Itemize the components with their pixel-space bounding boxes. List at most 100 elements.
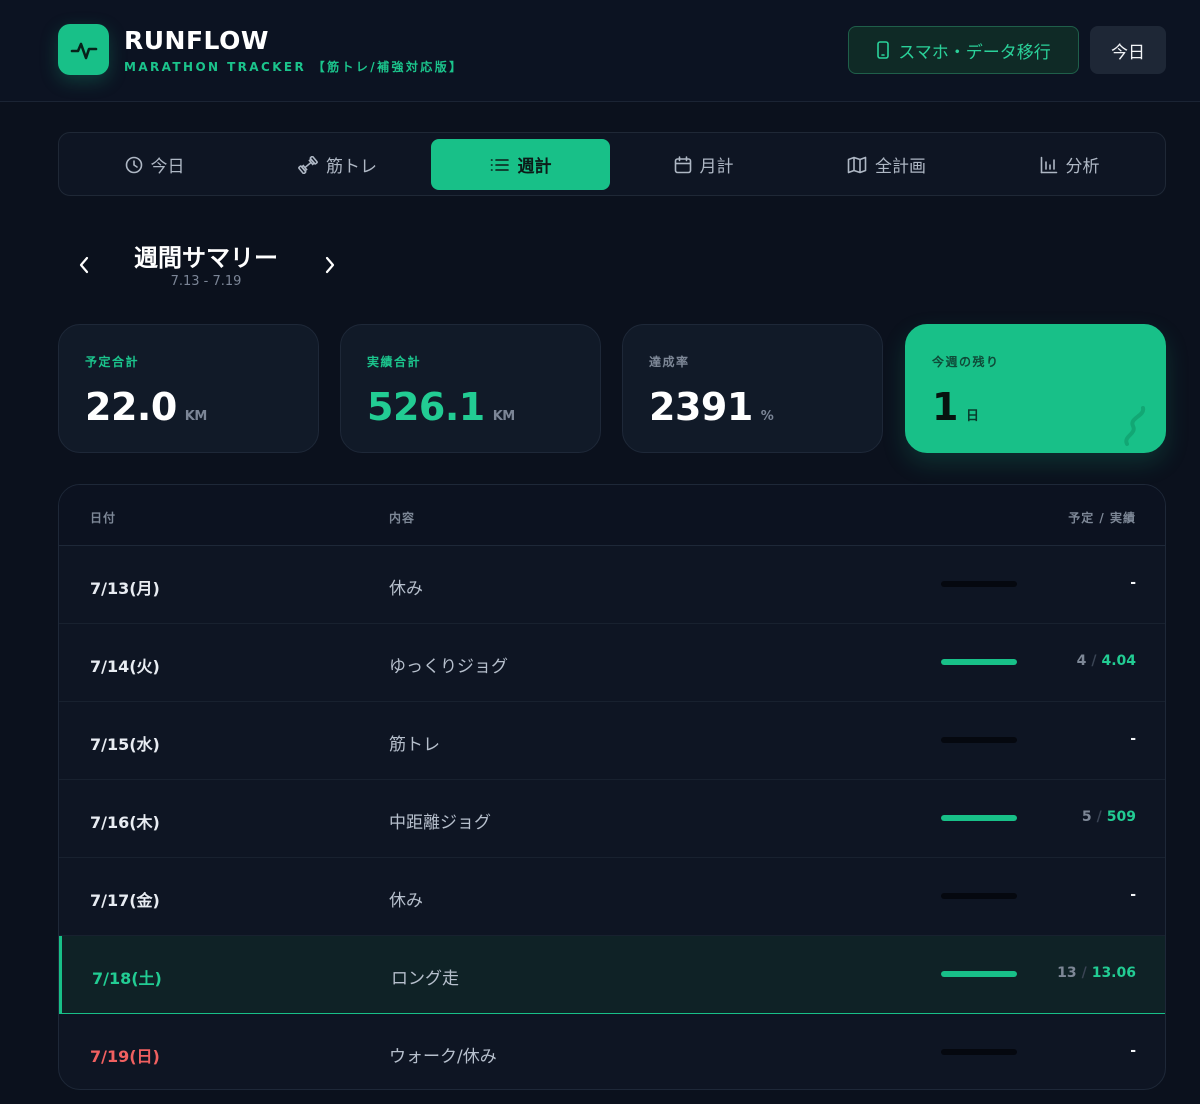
tab-monthly-label: 月計 (699, 157, 734, 177)
row-content: 休み (389, 891, 423, 911)
row-date: 7/15(水) (90, 735, 160, 754)
actual-total-value-wrap: 526.1 KM (367, 385, 515, 429)
actual-total-card: 実績合計 526.1 KM (340, 324, 601, 453)
row-empty-value: - (1130, 575, 1136, 591)
days-remaining-value: 1 (932, 385, 958, 429)
achievement-rate-unit: % (760, 409, 774, 424)
row-date: 7/17(金) (90, 891, 160, 910)
row-plan-actual: - (1130, 575, 1136, 591)
progress-bar (941, 893, 1017, 899)
tab-today-label: 今日 (150, 157, 185, 177)
progress-bar (941, 581, 1017, 587)
week-date-range: 7.13 - 7.19 (170, 274, 242, 289)
row-plan-actual: 13/13.06 (1057, 965, 1136, 981)
progress-bar-fill (941, 971, 1017, 977)
tab-analysis[interactable]: 分析 (980, 139, 1159, 190)
tab-full-plan[interactable]: 全計画 (797, 139, 976, 190)
header-date: 日付 (90, 511, 117, 525)
tab-analysis-label: 分析 (1065, 157, 1100, 177)
row-planned-km: 5 (1081, 809, 1092, 825)
row-actual-km: 4.04 (1101, 653, 1136, 669)
actual-total-value: 526.1 (367, 385, 485, 429)
table-header: 日付 内容 予定 / 実績 (59, 485, 1165, 546)
row-separator: / (1091, 653, 1097, 669)
tab-strength[interactable]: 筋トレ (248, 139, 427, 190)
row-plan-actual: - (1130, 1043, 1136, 1059)
data-migration-button[interactable]: スマホ・データ移行 (848, 26, 1079, 74)
progress-bar (941, 737, 1017, 743)
app-logo (58, 24, 109, 75)
row-empty-value: - (1130, 1043, 1136, 1059)
chevron-left-icon (79, 256, 89, 274)
progress-bar (941, 815, 1017, 821)
row-content: ロング走 (391, 969, 459, 989)
actual-total-label: 実績合計 (367, 355, 422, 369)
table-row[interactable]: 7/19(日) ウォーク/休み - (59, 1014, 1165, 1089)
progress-bar (941, 971, 1017, 977)
row-actual-km: 13.06 (1091, 965, 1136, 981)
tab-weekly[interactable]: 週計 (431, 139, 610, 190)
row-content: ウォーク/休み (389, 1047, 497, 1067)
header-plan-actual: 予定 / 実績 (1068, 511, 1136, 525)
row-planned-km: 13 (1057, 965, 1077, 981)
row-date: 7/18(土) (92, 969, 162, 988)
list-icon (490, 158, 509, 171)
achievement-rate-card: 達成率 2391 % (622, 324, 883, 453)
row-empty-value: - (1130, 887, 1136, 903)
dumbbell-icon (298, 155, 318, 174)
tab-monthly[interactable]: 月計 (614, 139, 793, 190)
planned-total-card: 予定合計 22.0 KM (58, 324, 319, 453)
map-icon (847, 156, 867, 173)
achievement-rate-value-wrap: 2391 % (649, 385, 774, 429)
week-summary-title: 週間サマリー (134, 244, 278, 272)
achievement-rate-label: 達成率 (649, 355, 690, 369)
planned-total-value-wrap: 22.0 KM (85, 385, 207, 429)
row-date: 7/14(火) (90, 657, 160, 676)
next-week-button[interactable] (318, 252, 342, 278)
table-row[interactable]: 7/18(土) ロング走 13/13.06 (59, 936, 1165, 1014)
app-subtitle: MARATHON TRACKER 【筋トレ/補強対応版】 (124, 60, 464, 74)
table-row[interactable]: 7/17(金) 休み - (59, 858, 1165, 936)
row-separator: / (1096, 809, 1102, 825)
actual-total-unit: KM (492, 409, 516, 424)
row-date: 7/19(日) (90, 1047, 160, 1066)
table-row[interactable]: 7/13(月) 休み - (59, 546, 1165, 624)
today-button[interactable]: 今日 (1090, 26, 1166, 74)
app-title: RUNFLOW (124, 26, 269, 55)
row-content: ゆっくりジョグ (389, 657, 508, 677)
previous-week-button[interactable] (72, 252, 96, 278)
days-remaining-card: 今週の残り 1 日 (905, 324, 1166, 453)
planned-total-label: 予定合計 (85, 355, 140, 369)
smartphone-icon (877, 41, 890, 59)
activity-watermark-icon (1124, 406, 1146, 446)
data-migration-label: スマホ・データ移行 (898, 42, 1051, 63)
days-remaining-value-wrap: 1 日 (932, 385, 979, 429)
tab-today[interactable]: 今日 (65, 139, 244, 190)
row-planned-km: 4 (1076, 653, 1087, 669)
row-plan-actual: - (1130, 731, 1136, 747)
progress-bar-fill (941, 659, 1017, 665)
progress-bar-fill (941, 815, 1017, 821)
table-row[interactable]: 7/14(火) ゆっくりジョグ 4/4.04 (59, 624, 1165, 702)
tab-full-plan-label: 全計画 (875, 157, 926, 177)
row-content: 中距離ジョグ (389, 813, 491, 833)
tab-weekly-label: 週計 (517, 157, 552, 177)
bar-chart-icon (1040, 156, 1057, 173)
days-remaining-label: 今週の残り (932, 355, 1000, 369)
row-date: 7/16(木) (90, 813, 160, 832)
row-actual-km: 509 (1106, 809, 1136, 825)
table-row[interactable]: 7/15(水) 筋トレ - (59, 702, 1165, 780)
planned-total-unit: KM (184, 409, 208, 424)
row-content: 休み (389, 579, 423, 599)
header-content: 内容 (389, 511, 416, 525)
row-plan-actual: 5/509 (1082, 809, 1136, 825)
row-date: 7/13(月) (90, 579, 160, 598)
progress-bar (941, 1049, 1017, 1055)
row-plan-actual: 4/4.04 (1077, 653, 1136, 669)
days-remaining-unit: 日 (965, 409, 979, 424)
achievement-rate-value: 2391 (649, 385, 753, 429)
progress-bar (941, 659, 1017, 665)
main-tabs: 今日 筋トレ 週計 月計 全計画 分析 (58, 132, 1166, 196)
chevron-right-icon (325, 256, 335, 274)
table-row[interactable]: 7/16(木) 中距離ジョグ 5/509 (59, 780, 1165, 858)
